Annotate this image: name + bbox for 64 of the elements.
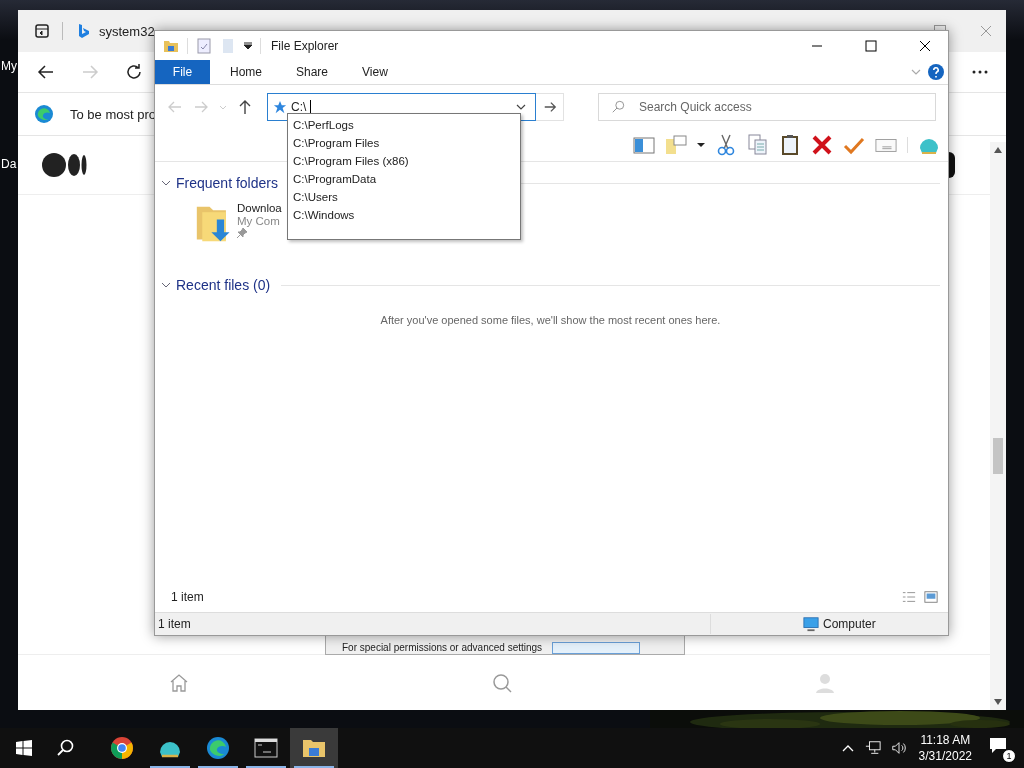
desktop-icon-label[interactable]: My [1, 59, 17, 73]
star-icon [273, 100, 287, 114]
scroll-thumb[interactable] [993, 438, 1003, 474]
network-icon[interactable] [864, 740, 881, 756]
dropdown-icon[interactable] [244, 41, 252, 50]
computer-icon [803, 616, 819, 632]
tab-actions-icon[interactable] [34, 23, 50, 39]
suggestion-item[interactable]: C:\Program Files (x86) [293, 152, 520, 170]
item-count: 1 item [171, 590, 204, 604]
window-title: File Explorer [271, 38, 339, 53]
clock[interactable]: 11:18 AM 3/31/2022 [918, 732, 972, 764]
browser-tab[interactable]: system32 [75, 23, 155, 39]
dialog-text: For special permissions or advanced settings [342, 642, 543, 654]
section-title[interactable]: Frequent folders [176, 175, 278, 191]
notification-icon[interactable] [988, 735, 1008, 755]
avatar-icon[interactable] [949, 152, 955, 178]
scrollbar[interactable] [990, 142, 1006, 710]
ribbon-tab[interactable]: File [155, 60, 210, 84]
folder-location: My Com [237, 215, 281, 227]
start-icon[interactable] [16, 740, 32, 756]
up-icon[interactable] [237, 99, 253, 115]
volume-icon[interactable] [890, 740, 907, 756]
clock-time: 11:18 AM [920, 732, 971, 748]
desktop-icon-label[interactable]: Da [1, 157, 17, 171]
ribbon-tab[interactable]: View [348, 60, 402, 84]
clipboard-icon[interactable] [779, 134, 801, 156]
chrome-icon [110, 736, 134, 760]
suggestion-item[interactable]: C:\Program Files [293, 134, 520, 152]
empty-message: After you've opened some files, we'll show the most recent ones here. [380, 314, 721, 326]
more-icon[interactable] [972, 70, 988, 74]
section-title[interactable]: Recent files (0) [176, 277, 271, 293]
folder-item[interactable]: Downloa My Com [195, 202, 282, 254]
chevron-down-icon[interactable] [161, 280, 171, 290]
large-icons-view-icon[interactable] [924, 590, 938, 604]
search-field[interactable]: Search Quick access [598, 93, 936, 121]
folder-name: Downloa [237, 202, 282, 214]
dropdown-icon[interactable] [697, 141, 705, 149]
refresh-icon[interactable] [124, 62, 144, 82]
go-button[interactable] [536, 93, 564, 121]
delete-icon[interactable] [811, 134, 833, 156]
scroll-down-icon[interactable] [994, 699, 1002, 705]
search-icon[interactable] [56, 739, 74, 757]
suggestion-item[interactable]: C:\Windows [293, 206, 520, 224]
scissors-icon[interactable] [715, 134, 737, 156]
logo-icon [42, 153, 88, 177]
ribbon-tab[interactable]: Share [282, 60, 343, 84]
dialog-button[interactable] [552, 642, 641, 654]
chevron-down-icon[interactable] [161, 178, 171, 188]
scroll-up-icon[interactable] [994, 147, 1002, 153]
preview-pane-icon[interactable] [633, 134, 655, 156]
notification-badge: 1 [1002, 749, 1016, 763]
suggestion-item[interactable]: C:\Users [293, 188, 520, 206]
edge-icon [206, 736, 230, 760]
arrow-right-icon [542, 100, 557, 114]
search-icon [611, 100, 625, 114]
taskbar-app[interactable] [290, 728, 338, 768]
edge-icon [34, 104, 54, 124]
ribbon-tab[interactable]: Home [216, 60, 276, 84]
suggestion-item[interactable]: C:\ProgramData [293, 170, 520, 188]
status-location: Computer [823, 617, 876, 631]
help-icon[interactable] [928, 64, 944, 80]
terminal-icon [254, 736, 278, 760]
status-text: 1 item [158, 617, 192, 631]
clock-date: 3/31/2022 [918, 748, 972, 764]
